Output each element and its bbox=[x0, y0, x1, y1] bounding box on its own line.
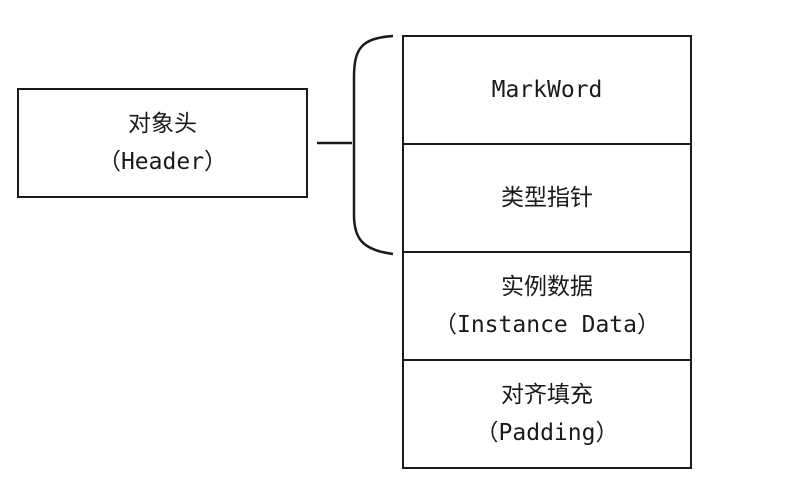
object-layout-stack: MarkWord 类型指针 实例数据 （Instance Data） 对齐填充 … bbox=[402, 35, 692, 469]
object-header-label: 对象头 bbox=[128, 111, 197, 137]
instance-data-sublabel: （Instance Data） bbox=[433, 312, 660, 338]
instance-data-cell: 实例数据 （Instance Data） bbox=[404, 253, 690, 361]
markword-cell: MarkWord bbox=[404, 37, 690, 145]
padding-label: 对齐填充 bbox=[501, 382, 593, 408]
type-pointer-cell: 类型指针 bbox=[404, 145, 690, 253]
markword-label: MarkWord bbox=[491, 77, 603, 103]
instance-data-label: 实例数据 bbox=[501, 274, 593, 300]
padding-sublabel: （Padding） bbox=[475, 420, 619, 446]
curly-brace bbox=[352, 34, 394, 256]
object-header-box: 对象头 （Header） bbox=[17, 88, 308, 198]
type-pointer-label: 类型指针 bbox=[501, 185, 593, 211]
padding-cell: 对齐填充 （Padding） bbox=[404, 361, 690, 467]
object-header-sublabel: （Header） bbox=[97, 149, 228, 175]
